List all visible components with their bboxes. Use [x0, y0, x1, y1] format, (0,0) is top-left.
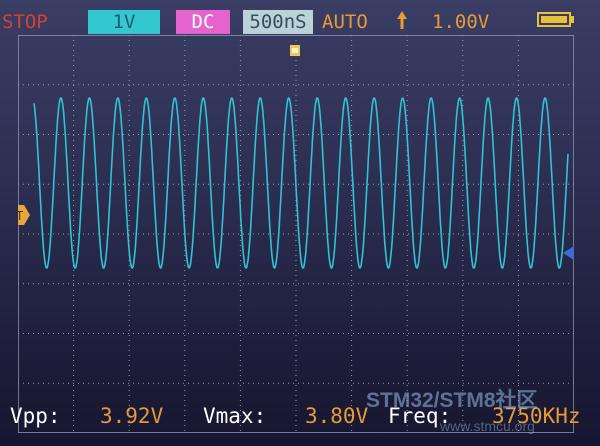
watermark-url: www.stmcu.org	[440, 418, 535, 434]
oscilloscope-screen: STOP 1V DC 500nS AUTO 1.00V T Vpp: 3.92V…	[0, 0, 600, 446]
channel-ground-marker-icon[interactable]	[563, 246, 574, 260]
volts-per-div-badge[interactable]: 1V	[88, 10, 160, 34]
trigger-marker-label: T	[18, 209, 23, 223]
battery-tip	[571, 16, 574, 23]
grid	[18, 35, 574, 433]
vmax-label: Vmax:	[203, 404, 267, 428]
waveform-display: T	[18, 35, 574, 433]
trigger-mode[interactable]: AUTO	[322, 10, 386, 34]
vpp-value: 3.92V	[100, 404, 164, 428]
run-stop-status[interactable]: STOP	[2, 10, 72, 34]
trigger-position-marker-icon[interactable]	[290, 45, 300, 56]
vpp-label: Vpp:	[10, 404, 61, 428]
rising-edge-arrow-icon[interactable]	[393, 10, 411, 34]
battery-full-icon	[537, 12, 571, 27]
coupling-badge[interactable]: DC	[176, 10, 230, 34]
time-per-div-badge[interactable]: 500nS	[243, 10, 313, 34]
vmax-value: 3.80V	[305, 404, 369, 428]
trigger-level[interactable]: 1.00V	[432, 10, 512, 34]
status-bar: STOP 1V DC 500nS AUTO 1.00V	[0, 4, 600, 34]
trigger-level-marker-icon[interactable]: T	[18, 205, 30, 225]
waveform-trace	[33, 97, 569, 269]
watermark-title: STM32/STM8社区	[366, 389, 538, 412]
